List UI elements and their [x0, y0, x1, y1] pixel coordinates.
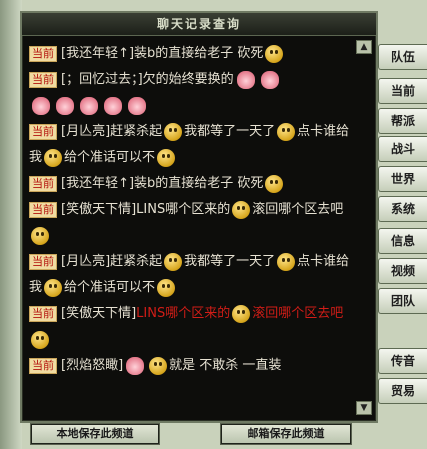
side-tab-5[interactable]: 系统: [378, 196, 427, 222]
smiley-face-icon: [277, 252, 296, 271]
smiley-face-icon: [157, 278, 176, 297]
chat-log: 当前 [我还年轻↑]装b的直接给老子 砍死 当前 [；回忆过去；]欠的始终要换的 当…: [29, 41, 353, 411]
left-scroll-decoration: [0, 0, 22, 449]
smiley-face-icon: [164, 252, 183, 271]
smiley-face-icon: [31, 330, 49, 349]
chat-line: 当前 [；回忆过去；]欠的始终要换的: [29, 67, 353, 93]
channel-tag: 当前: [29, 201, 57, 218]
side-tab-9[interactable]: 传音: [378, 348, 427, 374]
pig-face-icon: [260, 70, 279, 89]
side-tab-0[interactable]: 队伍: [378, 44, 427, 70]
chat-text: [；回忆过去；]欠的始终要换的: [61, 72, 234, 87]
smiley-face-icon: [164, 122, 183, 141]
pig-face-icon: [128, 96, 146, 115]
chat-line-emoji-row: [29, 93, 353, 119]
channel-tag: 当前: [29, 357, 57, 374]
chat-text: [我还年轻↑]装b的直接给老子 砍死: [61, 176, 264, 191]
chat-text: [笑傲天下情]LINS哪个区来的: [61, 202, 231, 217]
channel-tag: 当前: [29, 175, 57, 192]
smiley-face-icon: [265, 174, 284, 193]
pig-face-icon: [32, 96, 50, 115]
channel-tag: 当前: [29, 305, 57, 322]
chat-line: 当前 [烈焰怒瞰] 就是 不敢杀 一直装: [29, 353, 353, 379]
side-tab-8[interactable]: 团队: [378, 288, 427, 314]
pig-face-icon: [126, 356, 145, 375]
chat-text: 就是 不敢杀 一直装: [169, 358, 282, 373]
chat-line: 当前 [我还年轻↑]装b的直接给老子 砍死: [29, 41, 353, 67]
chat-line: 当前 [月亾亮]赶紧杀起 我都等了一天了 点卡谁给我 给个准话可以不: [29, 249, 353, 301]
chat-text: 给个准话可以不: [64, 150, 156, 165]
chat-text: 我都等了一天了: [184, 254, 276, 269]
side-tab-4[interactable]: 世界: [378, 166, 427, 192]
pig-face-icon: [236, 70, 255, 89]
smiley-face-icon: [265, 44, 284, 63]
smiley-face-icon: [277, 122, 296, 141]
chat-text: 滚回哪个区去吧: [252, 202, 344, 217]
chat-text: 我都等了一天了: [184, 124, 276, 139]
pig-face-icon: [56, 96, 74, 115]
chat-line: 当前 [月亾亮]赶紧杀起 我都等了一天了 点卡谁给我 给个准话可以不: [29, 119, 353, 171]
chat-text: [烈焰怒瞰]: [61, 358, 124, 373]
chat-text-red: 滚回哪个区去吧: [252, 306, 344, 321]
side-tab-3[interactable]: 战斗: [378, 136, 427, 162]
smiley-face-icon: [44, 278, 63, 297]
save-local-button[interactable]: 本地保存此频道: [30, 423, 160, 445]
smiley-face-icon: [232, 200, 251, 219]
smiley-face-icon: [232, 304, 251, 323]
side-tab-1[interactable]: 当前: [378, 78, 427, 104]
smiley-face-icon: [157, 148, 176, 167]
save-mail-button[interactable]: 邮箱保存此频道: [220, 423, 352, 445]
scroll-down-button[interactable]: ▼: [356, 401, 372, 415]
chat-line: 当前 [笑傲天下情]LINS哪个区来的 滚回哪个区去吧: [29, 301, 353, 353]
chat-text: [月亾亮]赶紧杀起: [61, 124, 163, 139]
smiley-face-icon: [149, 356, 168, 375]
channel-tag: 当前: [29, 45, 57, 62]
side-tab-7[interactable]: 视频: [378, 258, 427, 284]
chat-line: 当前 [笑傲天下情]LINS哪个区来的 滚回哪个区去吧: [29, 197, 353, 249]
pig-face-icon: [80, 96, 98, 115]
pig-face-icon: [104, 96, 122, 115]
channel-tag: 当前: [29, 71, 57, 88]
chat-history-window: 聊天记录查询 ▲ ▼ 当前 [我还年轻↑]装b的直接给老子 砍死 当前 [；回忆过去…: [20, 11, 378, 423]
chat-line: 当前 [我还年轻↑]装b的直接给老子 砍死: [29, 171, 353, 197]
chat-text: [月亾亮]赶紧杀起: [61, 254, 163, 269]
side-tab-10[interactable]: 贸易: [378, 378, 427, 404]
channel-tag: 当前: [29, 123, 57, 140]
chat-text: 给个准话可以不: [64, 280, 156, 295]
scroll-up-button[interactable]: ▲: [356, 40, 372, 54]
side-tab-6[interactable]: 信息: [378, 228, 427, 254]
chat-text-red: LINS哪个区来的: [136, 306, 231, 321]
bottom-buttons: 本地保存此频道 邮箱保存此频道: [30, 423, 370, 445]
window-title: 聊天记录查询: [22, 13, 376, 36]
side-tab-2[interactable]: 帮派: [378, 108, 427, 134]
chat-text: [我还年轻↑]装b的直接给老子 砍死: [61, 46, 264, 61]
smiley-face-icon: [44, 148, 63, 167]
smiley-face-icon: [31, 226, 49, 245]
chat-text: [笑傲天下情]: [61, 306, 137, 321]
channel-tag: 当前: [29, 253, 57, 270]
